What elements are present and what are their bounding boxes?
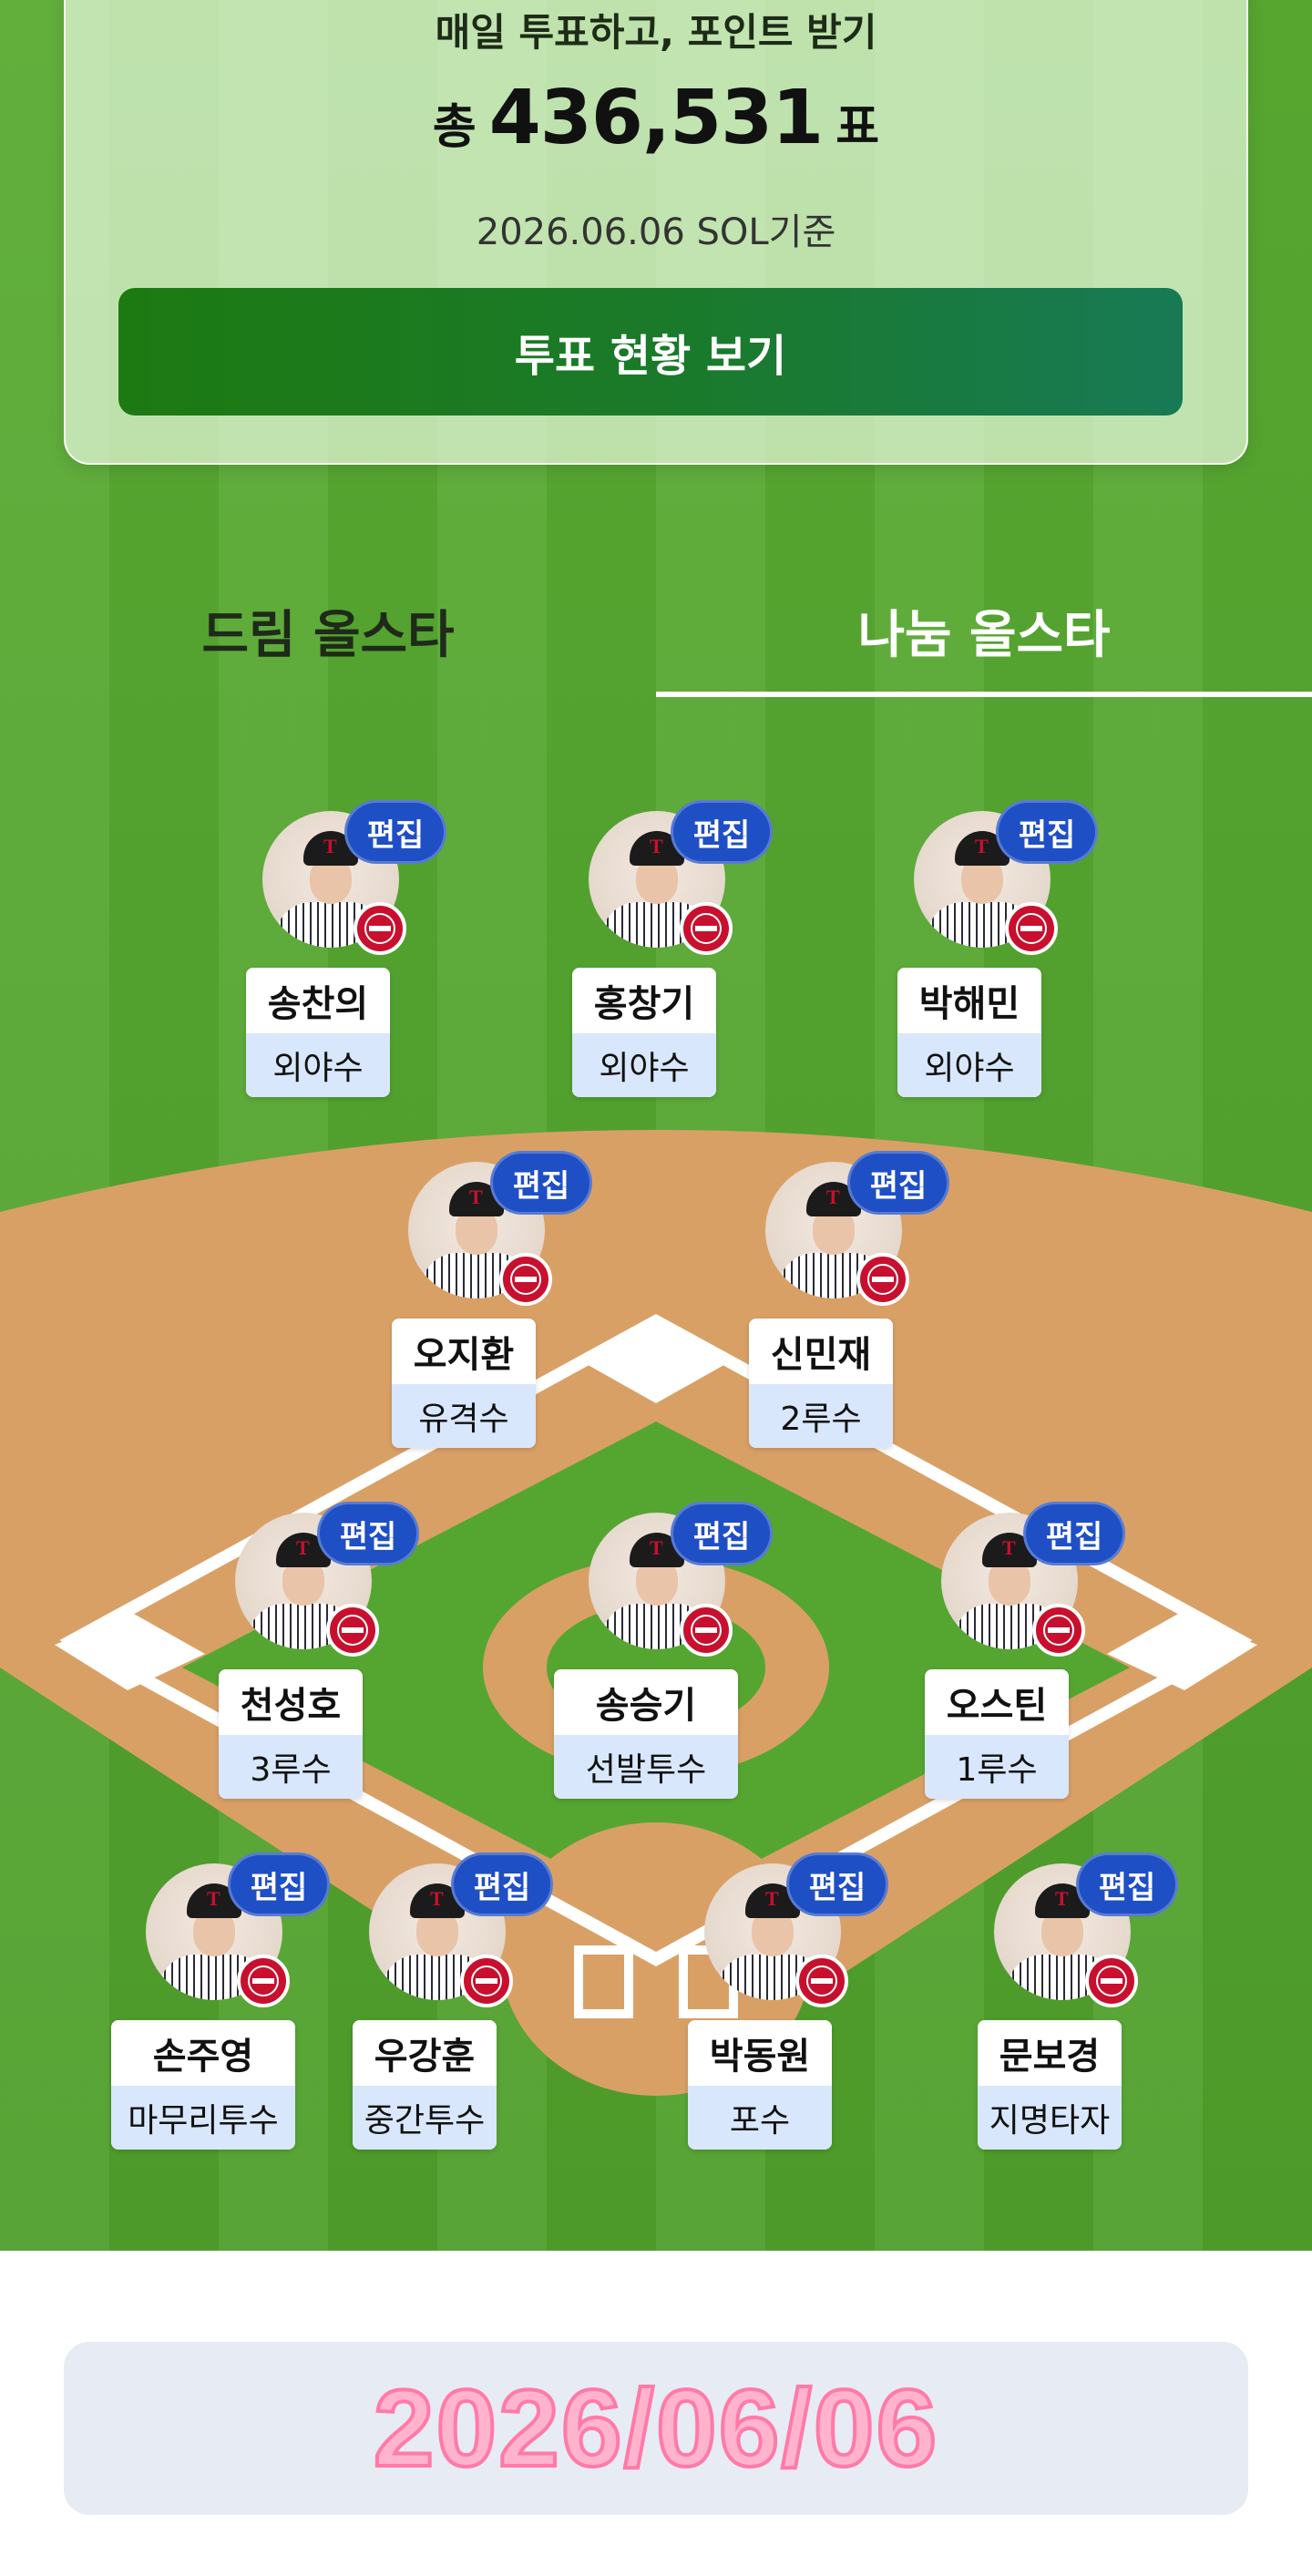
player-position: 선발투수: [554, 1735, 738, 1799]
twins-logo-icon: [460, 1955, 513, 2007]
player-position: 1루수: [925, 1735, 1069, 1799]
player-name-card: 우강훈 중간투수: [353, 2020, 497, 2150]
player-name-card: 송찬의 외야수: [246, 968, 390, 1097]
player-position: 지명타자: [978, 2086, 1122, 2150]
player-name-card: 손주영 마무리투수: [111, 2020, 295, 2150]
bottom-area: 2026/06/06: [0, 2251, 1312, 2576]
twins-logo-icon: [354, 902, 406, 955]
tab-nanum-allstar[interactable]: 나눔 올스타: [656, 565, 1312, 697]
player-name-card: 송승기 선발투수: [554, 1669, 738, 1799]
edit-button[interactable]: 편집: [344, 800, 446, 864]
player-position: 3루수: [219, 1735, 363, 1799]
vote-summary-card: 매일 투표하고, 포인트 받기 총 436,531 표 2026.06.06 SOL…: [64, 0, 1248, 465]
player-position: 중간투수: [353, 2086, 497, 2150]
player-name-card: 신민재 2루수: [749, 1319, 893, 1448]
player-name: 홍창기: [572, 968, 716, 1033]
player-position: 마무리투수: [111, 2086, 295, 2150]
twins-logo-icon: [680, 902, 733, 955]
edit-button[interactable]: 편집: [1076, 1852, 1178, 1916]
vote-total-suffix: 표: [835, 100, 880, 155]
twins-logo-icon: [326, 1604, 379, 1657]
player-name: 박동원: [688, 2020, 832, 2086]
player-position: 외야수: [246, 1033, 390, 1097]
allstar-tabs: 드림 올스타 나눔 올스타: [0, 565, 1312, 697]
player-position: 외야수: [897, 1033, 1041, 1097]
player-position: 유격수: [392, 1384, 536, 1448]
player-name-card: 천성호 3루수: [219, 1669, 363, 1799]
vote-total: 총 436,531 표: [66, 75, 1246, 161]
edit-button[interactable]: 편집: [317, 1502, 419, 1565]
player-name: 천성호: [219, 1669, 363, 1735]
player-name: 송찬의: [246, 968, 390, 1033]
vote-date-basis: 2026.06.06 SOL기준: [476, 211, 836, 253]
edit-button[interactable]: 편집: [1023, 1502, 1125, 1565]
date-card: 2026/06/06: [64, 2342, 1248, 2515]
vote-total-number: 436,531: [488, 75, 824, 161]
player-name-card: 오스틴 1루수: [925, 1669, 1069, 1799]
twins-logo-icon: [1005, 902, 1058, 955]
player-name: 오스틴: [925, 1669, 1069, 1735]
twins-logo-icon: [1032, 1604, 1085, 1657]
edit-button[interactable]: 편집: [786, 1852, 888, 1916]
twins-logo-icon: [795, 1955, 848, 2007]
player-name: 오지환: [392, 1319, 536, 1384]
player-name-card: 오지환 유격수: [392, 1319, 536, 1448]
edit-button[interactable]: 편집: [847, 1151, 949, 1215]
player-position: 2루수: [749, 1384, 893, 1448]
twins-logo-icon: [680, 1604, 733, 1657]
tab-dream-allstar[interactable]: 드림 올스타: [0, 565, 656, 697]
vote-headline: 매일 투표하고, 포인트 받기: [435, 10, 877, 55]
edit-button[interactable]: 편집: [490, 1151, 592, 1215]
twins-logo-icon: [237, 1955, 290, 2007]
player-position: 외야수: [572, 1033, 716, 1097]
player-position: 포수: [688, 2086, 832, 2150]
edit-button[interactable]: 편집: [451, 1852, 553, 1916]
twins-logo-icon: [1085, 1955, 1138, 2007]
player-name: 신민재: [749, 1319, 893, 1384]
player-name: 문보경: [978, 2020, 1122, 2086]
player-name: 손주영: [111, 2020, 295, 2086]
edit-button[interactable]: 편집: [996, 800, 1098, 864]
twins-logo-icon: [499, 1253, 552, 1306]
player-name-card: 박해민 외야수: [897, 968, 1041, 1097]
edit-button[interactable]: 편집: [671, 800, 773, 864]
edit-button[interactable]: 편집: [228, 1852, 330, 1916]
view-vote-status-button[interactable]: 투표 현황 보기: [118, 288, 1183, 416]
player-name: 박해민: [897, 968, 1041, 1033]
vote-total-prefix: 총: [432, 100, 477, 155]
player-name: 우강훈: [353, 2020, 497, 2086]
player-name-card: 홍창기 외야수: [572, 968, 716, 1097]
player-name: 송승기: [554, 1669, 738, 1735]
big-date: 2026/06/06: [372, 2366, 939, 2491]
player-name-card: 문보경 지명타자: [978, 2020, 1122, 2150]
edit-button[interactable]: 편집: [671, 1502, 773, 1565]
player-name-card: 박동원 포수: [688, 2020, 832, 2150]
twins-logo-icon: [856, 1253, 909, 1306]
